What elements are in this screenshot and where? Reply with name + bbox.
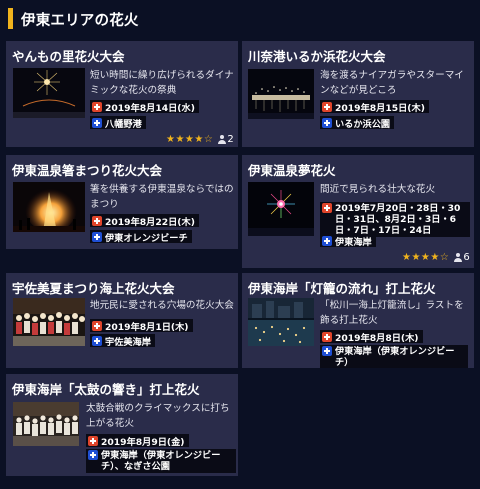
event-date-text: 2019年8月15日(木) [335,102,425,114]
event-title[interactable]: やんもの里花火大会 [12,46,125,65]
calendar-icon [322,331,332,342]
event-date: 2019年8月22日(木) [90,214,199,228]
event-date-text: 2019年8月9日(金) [101,436,185,448]
event-place: 伊東オレンジビーチ [90,230,192,244]
header-accent-bar [8,8,13,29]
event-title[interactable]: 伊東温泉箸まつり花火大会 [12,160,162,179]
event-place-text: 伊東オレンジビーチ [105,232,188,244]
event-description: 太鼓合戦のクライマックスに打ち上がる花火 [86,403,230,429]
event-description: 短い時間に繰り広げられるダイナミックな花火の祭典 [90,70,234,96]
location-icon [322,346,332,356]
event-description: 「松川一海上灯籠流し」ラストを飾る打上花火 [320,300,464,326]
calendar-icon [92,215,102,226]
event-card[interactable]: 伊東海岸「太鼓の響き」打上花火 太鼓合戦のクライマックスに打ち上がる花火 201… [6,374,238,476]
event-place-text: いるか浜公園 [335,118,391,130]
event-description: 箸を供養する伊東温泉ならではのまつり [90,184,234,210]
event-thumbnail[interactable] [248,298,314,346]
location-icon [88,450,98,460]
event-rating: ★★★★☆ 6 [402,252,470,263]
event-thumbnail[interactable] [248,69,314,119]
rating-stars: ★★★★☆ [166,134,214,145]
event-card[interactable]: やんもの里花火大会 短い時間に繰り広げられるダイナミックな花火の祭典 2019年… [6,41,238,147]
event-date: 2019年7月20日・28日・30日・31日、8月2日・3日・6日・7日・17日… [320,202,470,237]
user-icon [453,252,462,263]
user-icon [217,134,226,145]
event-card[interactable]: 宇佐美夏まつり海上花火大会 地元民に愛される穴場の花火大会 2019年8月1日(… [6,273,238,368]
calendar-icon [88,435,98,446]
event-date-text: 2019年7月20日・28日・30日・31日、8月2日・3日・6日・7日・17日… [335,203,461,236]
event-date-text: 2019年8月1日(木) [105,321,189,333]
location-icon [322,117,332,128]
event-date: 2019年8月15日(木) [320,100,429,114]
location-icon [322,235,332,246]
event-card[interactable]: 川奈港いるか浜花火大会 海を渡るナイアガラやスターマインなどが見どころ 2019… [242,41,474,147]
event-title[interactable]: 宇佐美夏まつり海上花火大会 [12,278,175,297]
event-date-text: 2019年8月14日(水) [105,102,195,114]
rating-count: 6 [463,252,470,263]
event-place: いるか浜公園 [320,116,395,130]
event-place-text: 伊東海岸（伊東オレンジビーチ）、なぎさ公園 [101,450,221,472]
event-rating: ★★★★☆ 2 [166,134,234,145]
calendar-icon [322,203,332,213]
event-description: 間近で見られる壮大な花火 [320,184,436,195]
calendar-icon [322,101,332,112]
location-icon [92,117,102,128]
event-thumbnail[interactable] [248,182,314,236]
rating-stars: ★★★★☆ [402,252,450,263]
location-icon [92,335,102,346]
event-date: 2019年8月14日(水) [90,100,199,114]
event-place-text: 伊東海岸 [335,236,372,248]
event-place: 八幡野港 [90,116,146,130]
section-header: 伊東エリアの花火 [0,0,480,36]
section-title: 伊東エリアの花火 [21,13,139,29]
event-title[interactable]: 伊東海岸「灯籠の流れ」打上花火 [248,278,436,297]
event-date-text: 2019年8月8日(木) [335,332,419,344]
event-date: 2019年8月9日(金) [86,434,189,448]
calendar-icon [92,320,102,331]
event-description: 地元民に愛される穴場の花火大会 [90,300,234,311]
rating-count: 2 [227,134,234,145]
event-card[interactable]: 伊東海岸「灯籠の流れ」打上花火 「松川一海上灯籠流し」ラストを飾る打上花火 20… [242,273,474,368]
event-thumbnail[interactable] [13,68,85,118]
location-icon [92,231,102,242]
event-card[interactable]: 伊東温泉箸まつり花火大会 箸を供養する伊東温泉ならではのまつり 2019年8月2… [6,155,238,249]
event-card[interactable]: 伊東温泉夢花火 間近で見られる壮大な花火 2019年7月20日・28日・30日・… [242,155,474,268]
event-thumbnail[interactable] [13,402,79,446]
event-place: 伊東海岸（伊東オレンジビーチ）、なぎさ公園 [86,449,236,473]
event-title[interactable]: 川奈港いるか浜花火大会 [248,46,386,65]
event-title[interactable]: 伊東海岸「太鼓の響き」打上花火 [12,379,200,398]
event-thumbnail[interactable] [13,298,85,346]
event-place: 伊東海岸 [320,234,376,248]
event-place-text: 宇佐美海岸 [105,336,151,348]
event-title[interactable]: 伊東温泉夢花火 [248,160,336,179]
event-description: 海を渡るナイアガラやスターマインなどが見どころ [320,70,464,96]
event-place-text: 伊東海岸（伊東オレンジビーチ） [335,346,455,368]
event-date: 2019年8月1日(木) [90,319,193,333]
event-place: 伊東海岸（伊東オレンジビーチ） [320,345,468,368]
event-thumbnail[interactable] [13,182,85,232]
event-date-text: 2019年8月22日(木) [105,216,195,228]
event-date: 2019年8月8日(木) [320,330,423,344]
event-place: 宇佐美海岸 [90,334,155,348]
event-place-text: 八幡野港 [105,118,142,130]
calendar-icon [92,101,102,112]
